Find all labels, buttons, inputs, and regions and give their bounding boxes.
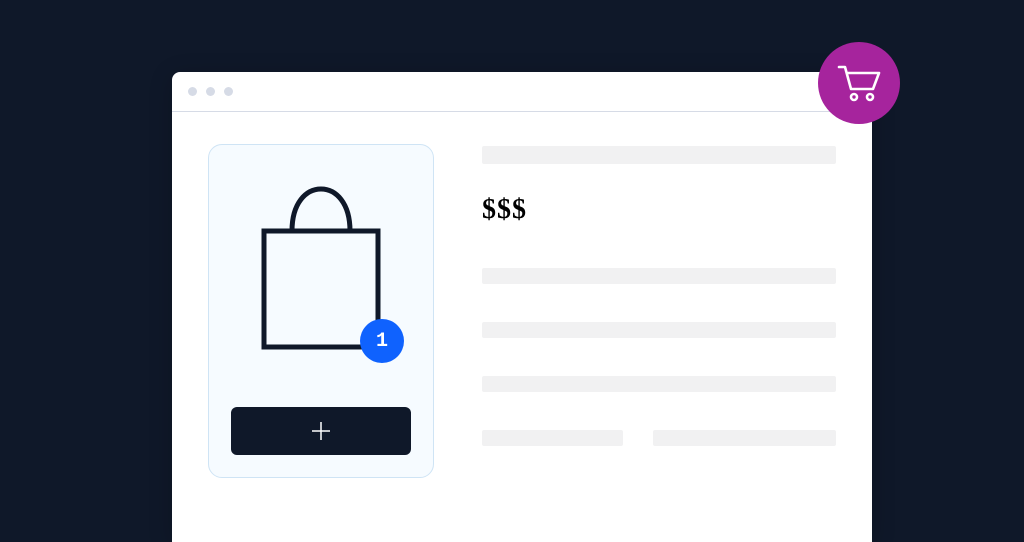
window-control-dot[interactable] (224, 87, 233, 96)
add-to-cart-button[interactable] (231, 407, 411, 455)
product-title-placeholder (482, 146, 836, 164)
browser-window: 1 $$$ (172, 72, 872, 542)
plus-icon (310, 420, 332, 442)
shopping-cart-icon (837, 63, 881, 103)
window-controls[interactable] (188, 87, 233, 96)
window-control-dot[interactable] (206, 87, 215, 96)
description-row-placeholder (482, 430, 836, 446)
description-line-placeholder (482, 376, 836, 392)
description-line-placeholder (482, 268, 836, 284)
product-details: $$$ (482, 144, 836, 478)
quantity-value: 1 (376, 330, 388, 353)
cart-button[interactable] (818, 42, 900, 124)
description-cell-placeholder (482, 430, 623, 446)
browser-title-bar (172, 72, 872, 112)
product-image-wrap: 1 (246, 181, 396, 351)
description-cell-placeholder (653, 430, 836, 446)
quantity-badge: 1 (360, 319, 404, 363)
product-price: $$$ (482, 194, 836, 226)
window-control-dot[interactable] (188, 87, 197, 96)
description-line-placeholder (482, 322, 836, 338)
product-page-content: 1 $$$ (172, 112, 872, 478)
product-card: 1 (208, 144, 434, 478)
